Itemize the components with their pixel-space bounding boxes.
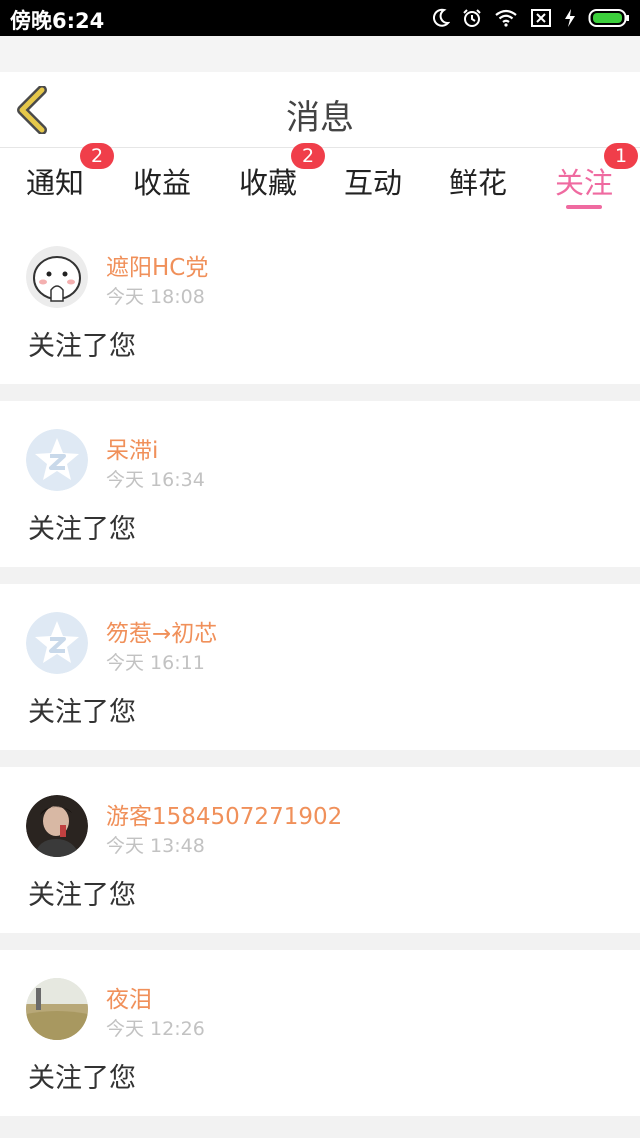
list-item[interactable]: 遮阳HC党 今天 18:08 关注了您 <box>0 218 640 384</box>
message-text: 关注了您 <box>28 514 136 545</box>
tab-bar: 通知 2 收益 收藏 2 互动 鲜花 关注 1 <box>0 143 640 218</box>
wifi-icon <box>495 9 517 27</box>
tab-label: 收藏 <box>239 166 298 200</box>
avatar[interactable] <box>26 246 88 308</box>
message-text: 关注了您 <box>28 1063 136 1094</box>
charging-icon <box>565 9 575 27</box>
active-tab-indicator <box>566 205 602 209</box>
tab-interactions[interactable]: 互动 <box>344 160 402 210</box>
tab-follows[interactable]: 关注 <box>555 160 613 210</box>
user-name[interactable]: 遮阳HC党 <box>106 248 208 282</box>
avatar[interactable] <box>26 612 88 674</box>
sim-off-icon <box>531 9 551 27</box>
tab-label: 通知 <box>26 166 85 200</box>
moon-icon <box>433 8 450 27</box>
user-name[interactable]: 游客1584507271902 <box>106 797 342 831</box>
tab-notifications[interactable]: 通知 <box>26 160 84 210</box>
status-bar: 傍晚6:24 <box>0 0 640 36</box>
tab-badge: 2 <box>80 143 114 169</box>
timestamp: 今天 16:34 <box>106 469 205 491</box>
tab-badge: 1 <box>604 143 638 169</box>
user-name[interactable]: 呆滞i <box>106 431 158 465</box>
tab-favorites[interactable]: 收藏 <box>239 160 297 210</box>
message-text: 关注了您 <box>28 697 136 728</box>
tab-flowers[interactable]: 鲜花 <box>449 160 507 210</box>
avatar[interactable] <box>26 795 88 857</box>
list-item[interactable]: 笏惹→初芯 今天 16:11 关注了您 <box>0 584 640 750</box>
status-time: 傍晚6:24 <box>10 9 105 33</box>
list-item[interactable]: 呆滞i 今天 16:34 关注了您 <box>0 401 640 567</box>
message-text: 关注了您 <box>28 331 136 362</box>
header: 消息 <box>0 72 640 148</box>
alarm-icon <box>463 9 481 27</box>
user-name[interactable]: 笏惹→初芯 <box>106 614 217 648</box>
user-name[interactable]: 夜泪 <box>106 980 152 1014</box>
timestamp: 今天 18:08 <box>106 286 205 308</box>
tab-label: 收益 <box>133 166 192 200</box>
avatar[interactable] <box>26 978 88 1040</box>
tab-label: 鲜花 <box>449 166 508 200</box>
page-title: 消息 <box>286 98 354 138</box>
tab-badge: 2 <box>291 143 325 169</box>
top-spacer <box>0 36 640 72</box>
timestamp: 今天 13:48 <box>106 835 205 857</box>
avatar[interactable] <box>26 429 88 491</box>
list-item[interactable]: 夜泪 今天 12:26 关注了您 <box>0 950 640 1116</box>
message-text: 关注了您 <box>28 880 136 911</box>
timestamp: 今天 12:26 <box>106 1018 205 1040</box>
tab-label: 关注 <box>555 166 614 200</box>
battery-icon <box>588 9 629 27</box>
list-item[interactable]: 游客1584507271902 今天 13:48 关注了您 <box>0 767 640 933</box>
status-icons <box>432 6 630 30</box>
tab-earnings[interactable]: 收益 <box>133 160 191 210</box>
tab-label: 互动 <box>344 166 403 200</box>
timestamp: 今天 16:11 <box>106 652 205 674</box>
